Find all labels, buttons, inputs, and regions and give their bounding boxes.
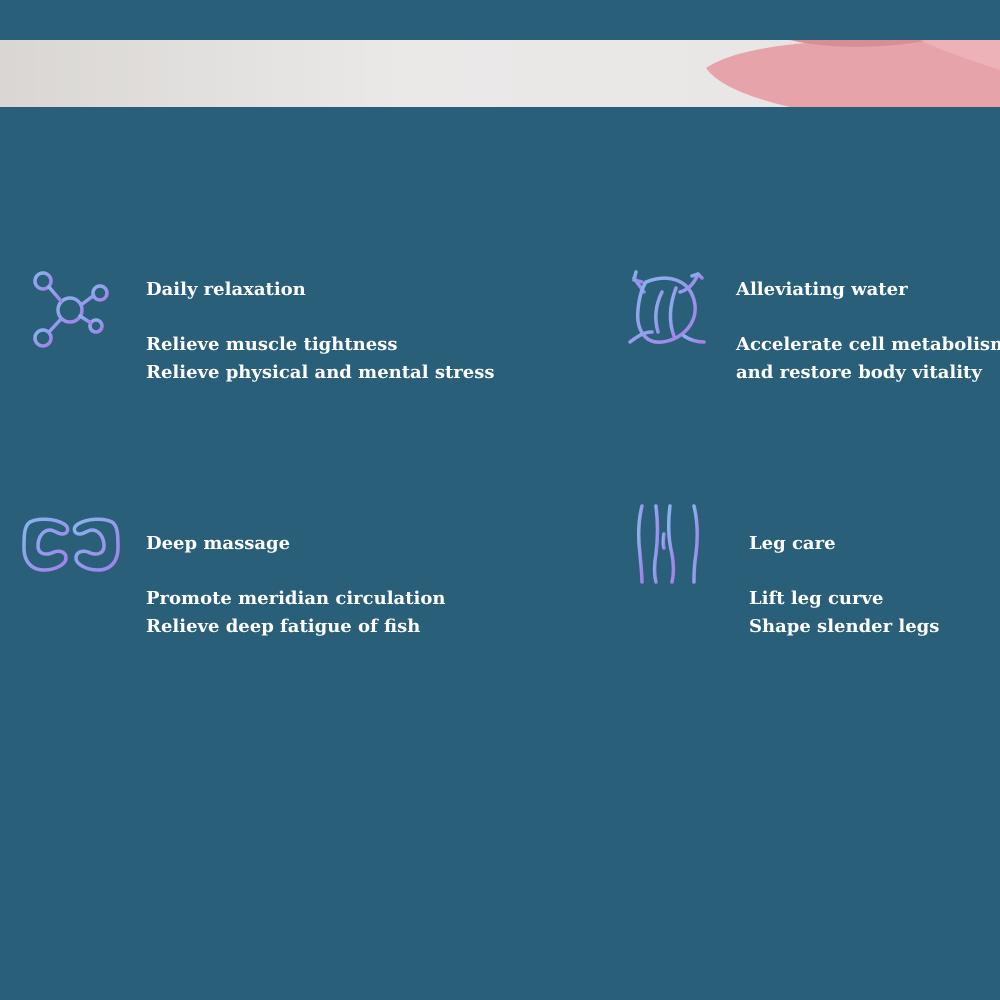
feature-line: Shape slender legs (749, 616, 940, 637)
feature-line: Relieve muscle tightness (146, 334, 398, 355)
top-banner-image (0, 40, 1000, 107)
muscle-rotation-icon (628, 270, 706, 344)
feature-title: Daily relaxation (146, 279, 306, 300)
feature-line: Accelerate cell metabolism (736, 334, 1000, 355)
feature-line: Lift leg curve (749, 588, 884, 609)
hands-massage-icon (22, 517, 120, 572)
feature-line: Relieve deep fatigue of fish (146, 616, 421, 637)
feature-title: Leg care (749, 533, 836, 554)
feature-line: Relieve physical and mental stress (146, 362, 495, 383)
molecule-network-icon (33, 271, 109, 348)
feature-title: Deep massage (146, 533, 291, 554)
feature-title: Alleviating water (736, 279, 908, 300)
legs-icon (636, 504, 700, 584)
pink-shoe-image (706, 40, 1000, 107)
feature-line: Promote meridian circulation (146, 588, 446, 609)
feature-line: and restore body vitality (736, 362, 982, 383)
